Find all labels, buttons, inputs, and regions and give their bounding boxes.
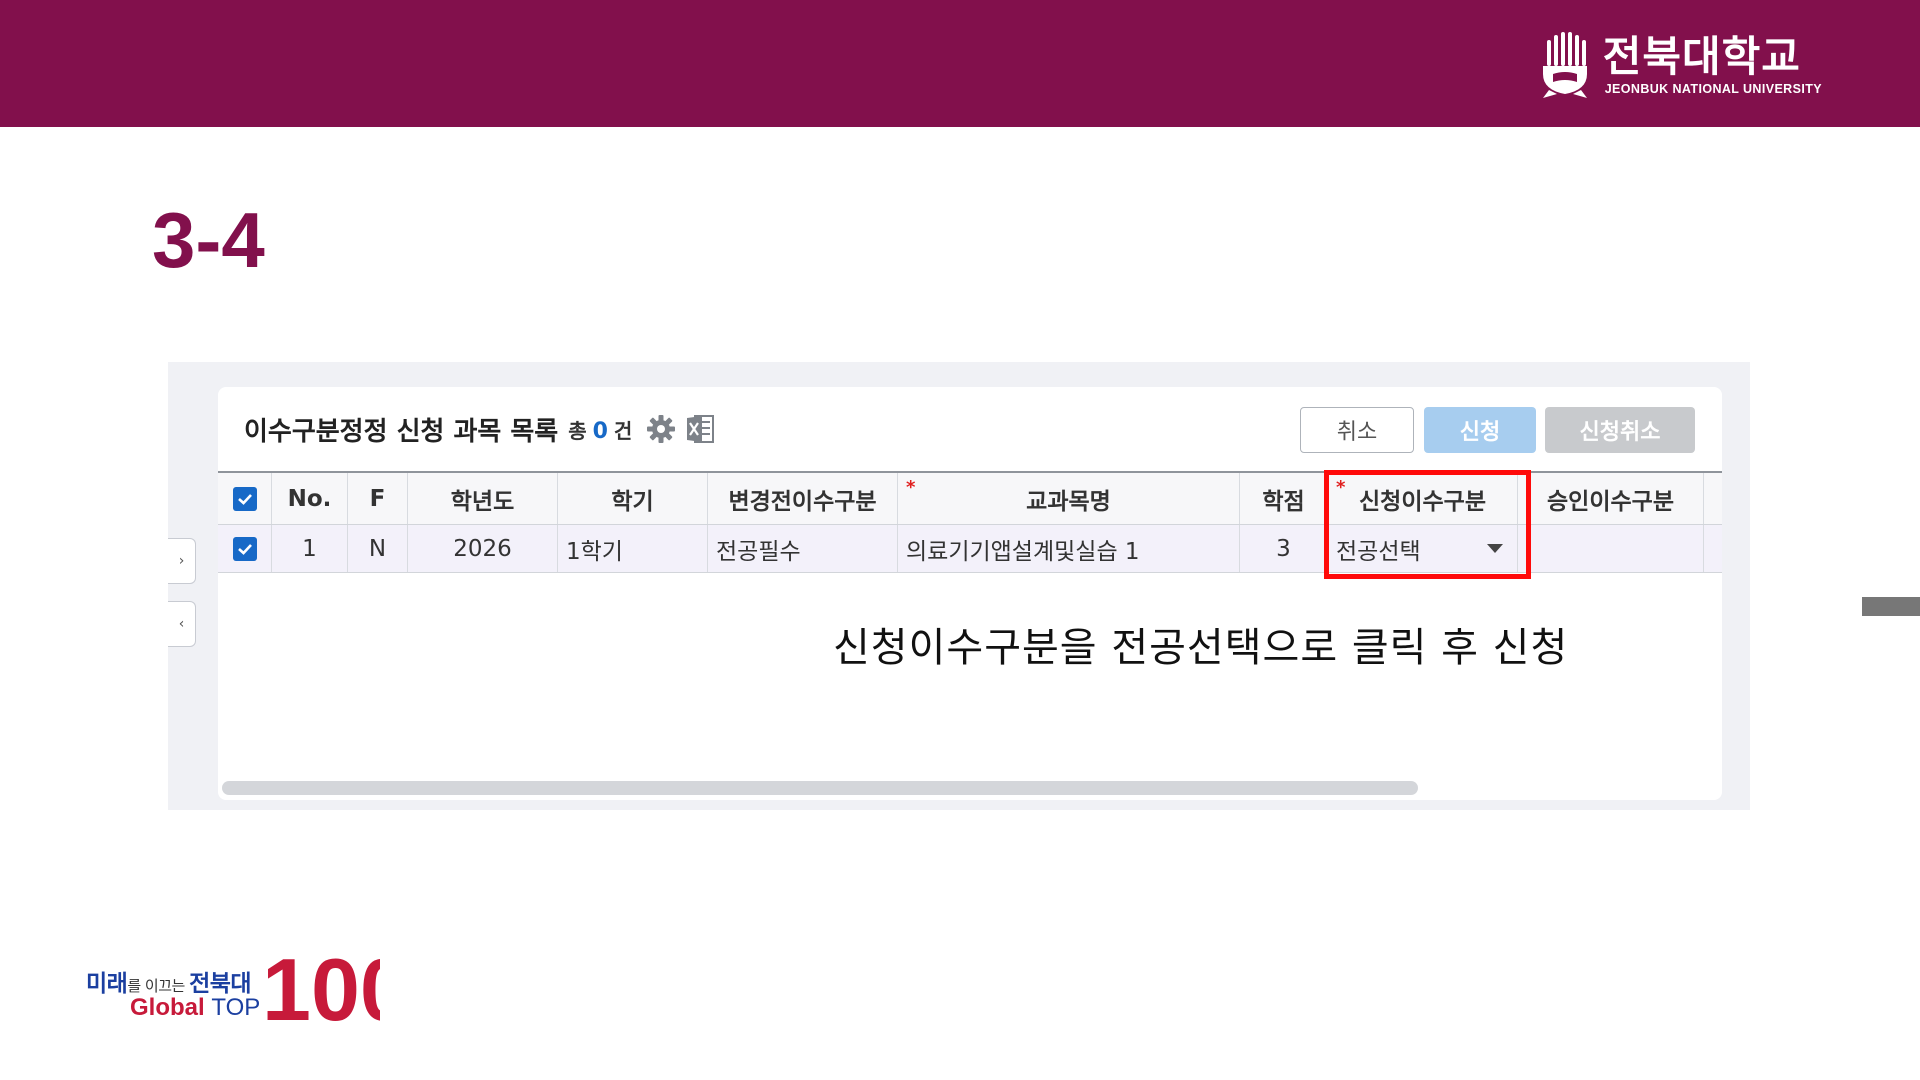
column-header-f[interactable]: F <box>348 473 408 524</box>
footer-slogan-part-a: 미래 <box>86 971 128 997</box>
count-prefix: 총 <box>568 418 587 443</box>
university-emblem-icon <box>1542 32 1587 98</box>
panel-header: 이수구분정정 신청 과목 목록 총 0 건 <box>244 409 715 449</box>
select-all-checkbox[interactable] <box>232 486 257 511</box>
row-select-cell <box>218 525 272 572</box>
cell-credits: 3 <box>1240 525 1328 572</box>
column-header-credits[interactable]: 학점 <box>1240 473 1328 524</box>
course-list-panel: 이수구분정정 신청 과목 목록 총 0 건 취소 신청 신청취소 No. F 학… <box>218 387 1722 800</box>
footer-global-top: Global TOP <box>130 994 260 1022</box>
footer-slogan-part-b: 를 이끄는 <box>127 977 190 995</box>
cell-course-name: 의료기기앱설계및실습 1 <box>898 525 1240 572</box>
column-header-approved-category[interactable]: 승인이수구분 <box>1518 473 1704 524</box>
cell-f: N <box>348 525 408 572</box>
chevron-right-icon: › <box>178 553 185 569</box>
column-header-course-name-cell[interactable]: * 교과목명 <box>898 473 1240 524</box>
cell-semester: 1학기 <box>558 525 708 572</box>
side-marker <box>1862 597 1920 616</box>
expand-panel-tab[interactable]: › <box>168 538 196 584</box>
header-bar: 전북대학교 JEONBUK NATIONAL UNIVERSITY <box>0 0 1920 127</box>
excel-icon[interactable] <box>686 413 715 445</box>
required-mark: * <box>906 477 916 498</box>
university-name-ko: 전북대학교 <box>1602 32 1801 81</box>
header-select-all-cell <box>218 473 272 524</box>
column-header-course-name: 교과목명 <box>1026 488 1111 515</box>
record-count: 총 0 건 <box>568 415 632 444</box>
collapse-panel-tab[interactable]: ‹ <box>168 601 196 647</box>
column-header-year[interactable]: 학년도 <box>408 473 558 524</box>
highlight-box <box>1324 470 1531 579</box>
cell-year: 2026 <box>408 525 558 572</box>
step-title: 3-4 <box>152 196 265 284</box>
cell-approved-category <box>1518 525 1704 572</box>
count-value: 0 <box>592 418 608 444</box>
slide: 전북대학교 JEONBUK NATIONAL UNIVERSITY 3-4 › … <box>0 0 1920 1080</box>
cancel-button[interactable]: 취소 <box>1300 407 1414 453</box>
column-header-before-category[interactable]: 변경전이수구분 <box>708 473 898 524</box>
footer-slogan: 미래를 이끄는 전북대 <box>86 964 252 998</box>
panel-title: 이수구분정정 신청 과목 목록 <box>244 416 559 447</box>
row-checkbox[interactable] <box>232 536 257 561</box>
footer-number: 100 <box>262 952 380 1024</box>
check-icon <box>237 543 252 555</box>
count-suffix: 건 <box>613 418 633 443</box>
cell-no: 1 <box>272 525 348 572</box>
footer-logo: 미래를 이끄는 전북대 Global TOP 100 <box>78 952 380 1024</box>
chevron-left-icon: ‹ <box>178 616 185 632</box>
university-name-en: JEONBUK NATIONAL UNIVERSITY <box>1604 82 1822 96</box>
check-icon <box>237 493 252 505</box>
university-name: 전북대학교 JEONBUK NATIONAL UNIVERSITY <box>1603 32 1822 96</box>
footer-global: Global <box>130 994 212 1021</box>
column-header-no[interactable]: No. <box>272 473 348 524</box>
footer-top: TOP <box>211 994 261 1021</box>
apply-button[interactable]: 신청 <box>1424 407 1536 453</box>
apply-cancel-button[interactable]: 신청취소 <box>1545 407 1695 453</box>
footer-100-logo: 100 <box>262 952 380 1024</box>
cell-before-category: 전공필수 <box>708 525 898 572</box>
instruction-text: 신청이수구분을 전공선택으로 클릭 후 신청 <box>833 625 1569 671</box>
horizontal-scrollbar[interactable] <box>222 781 1418 795</box>
column-header-semester[interactable]: 학기 <box>558 473 708 524</box>
university-logo: 전북대학교 JEONBUK NATIONAL UNIVERSITY <box>1541 30 1822 98</box>
gear-icon[interactable] <box>646 414 676 444</box>
